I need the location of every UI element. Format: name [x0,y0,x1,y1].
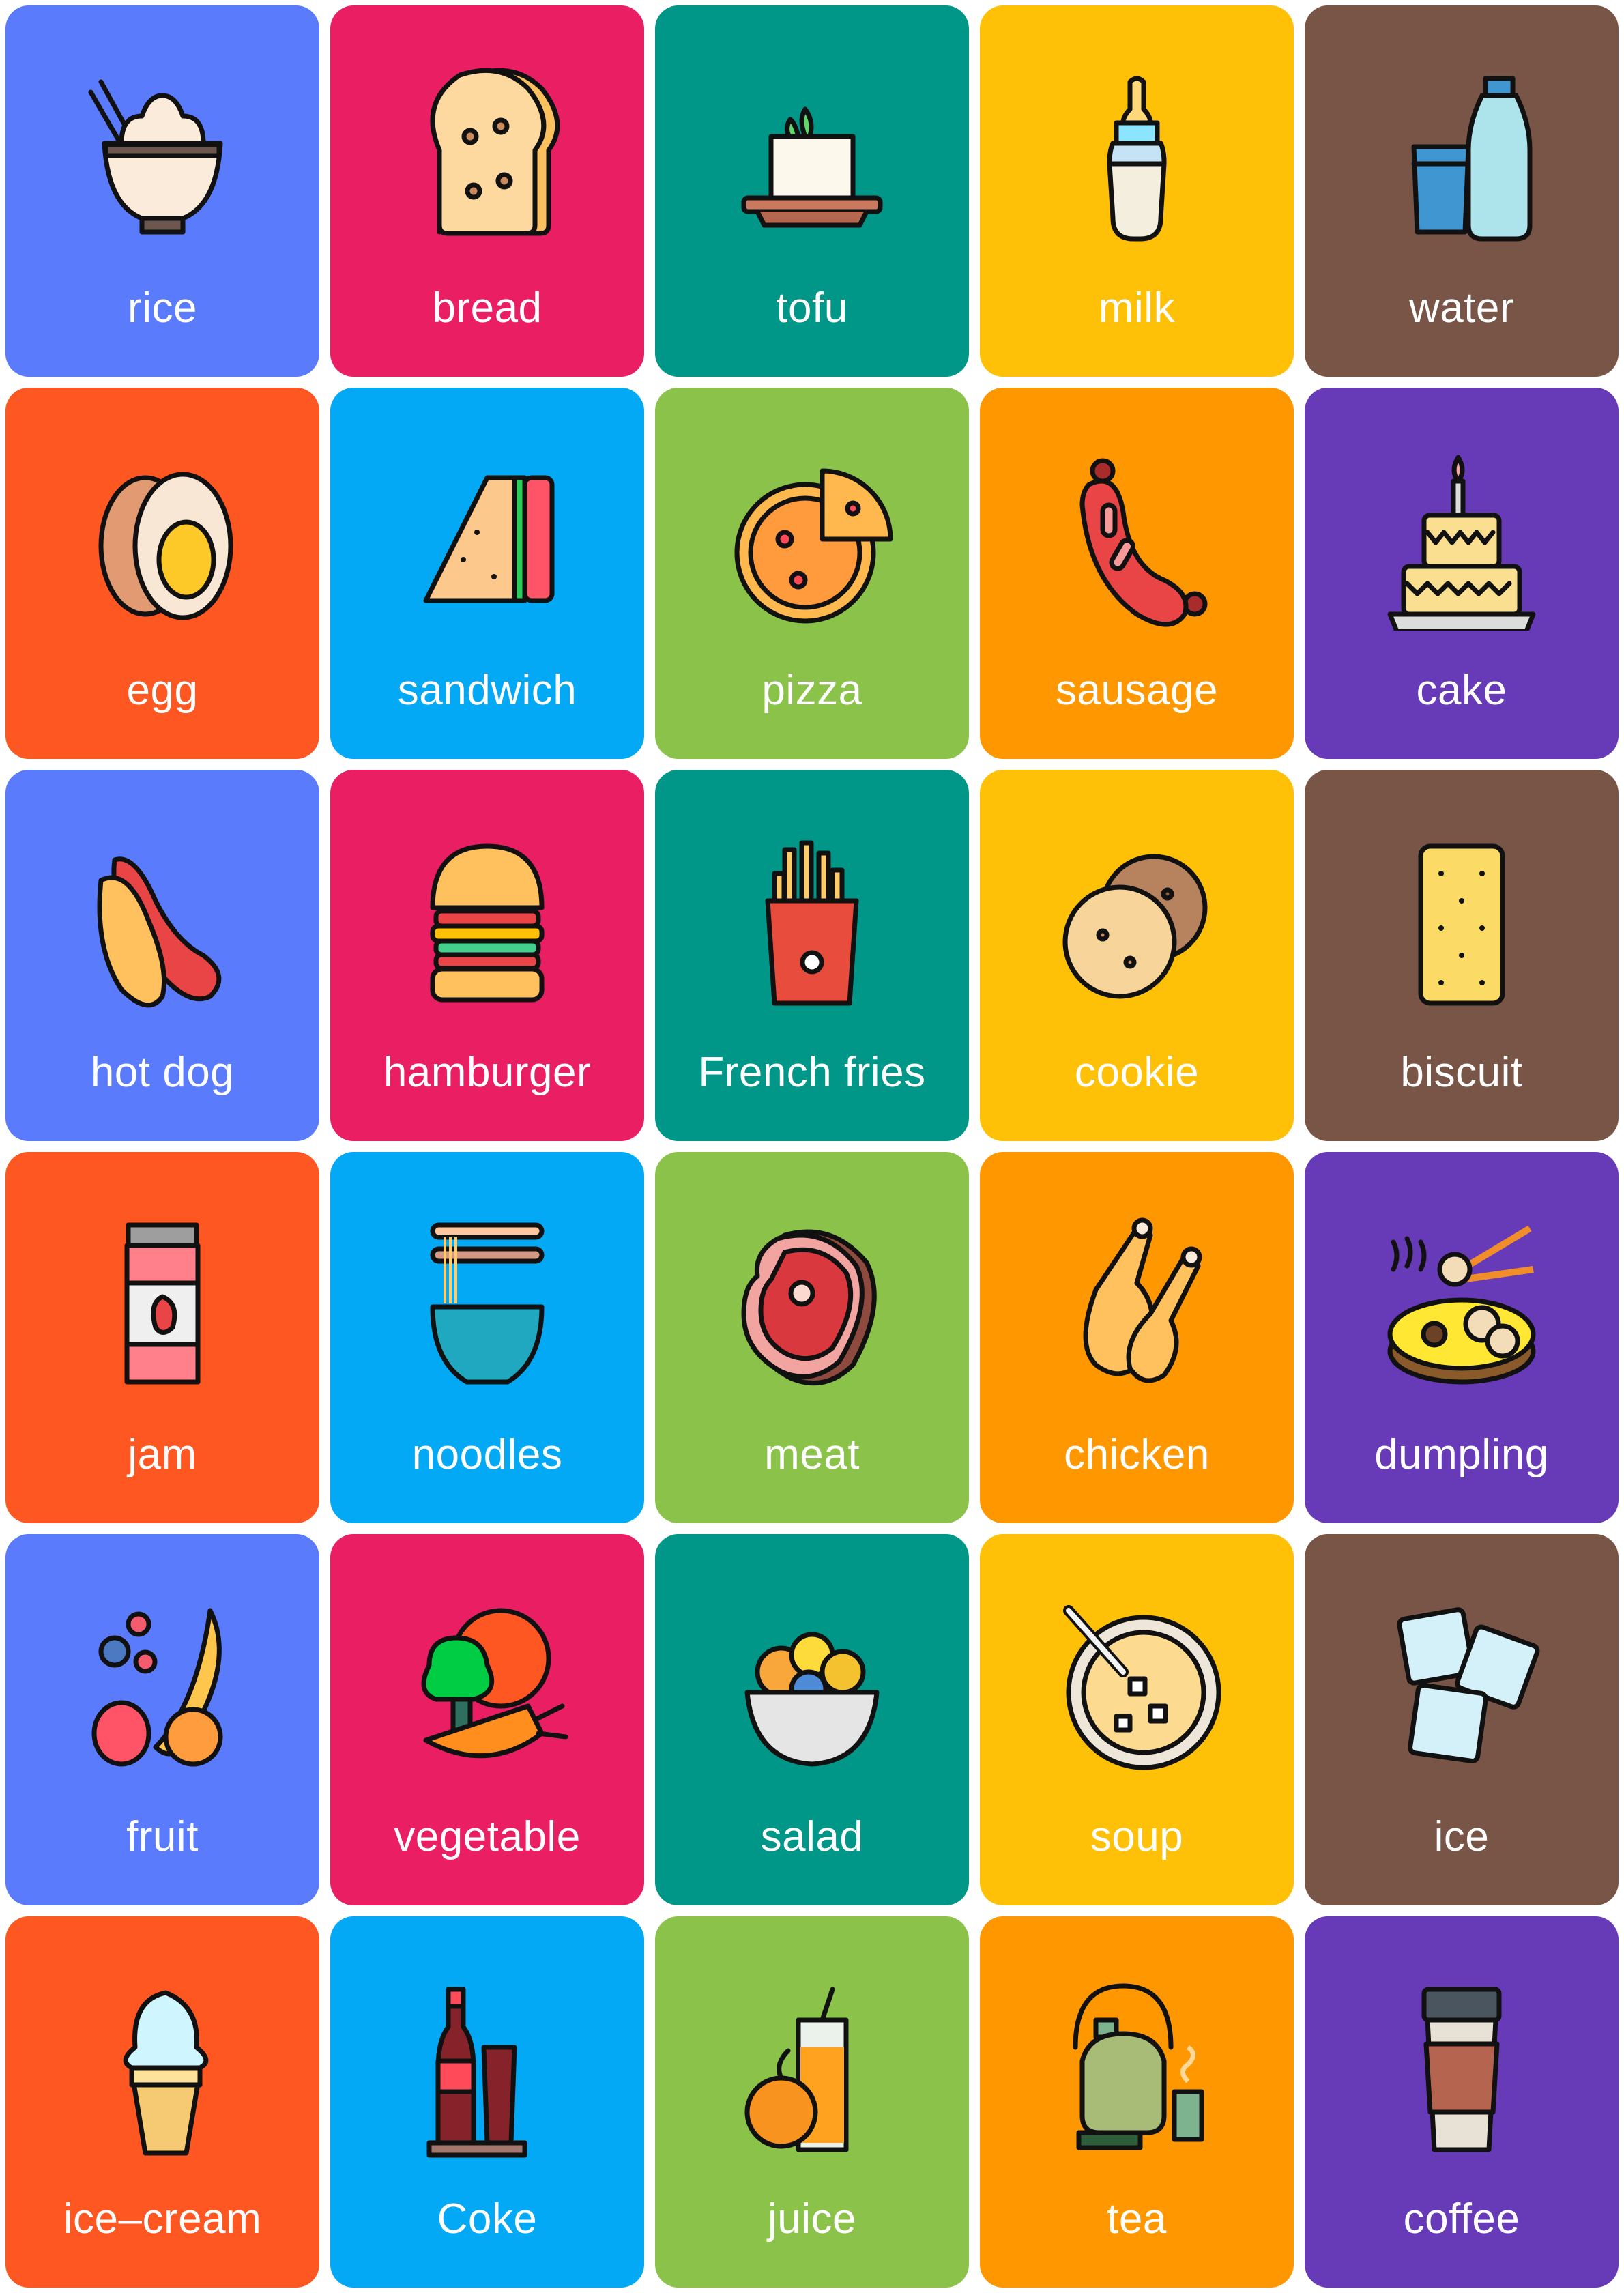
food-card-coke[interactable]: Coke [330,1916,644,2288]
card-label: chicken [1064,1431,1210,1478]
food-card-tofu[interactable]: tofu [655,5,969,377]
card-label: tea [1107,2195,1167,2242]
food-card-sausage[interactable]: sausage [980,388,1294,759]
food-card-biscuit[interactable]: biscuit [1305,770,1619,1141]
food-card-juice[interactable]: juice [655,1916,969,2288]
food-card-soup[interactable]: soup [980,1534,1294,1905]
card-label: bread [432,285,542,332]
cake-icon [1373,450,1550,631]
card-label: fruit [126,1813,199,1860]
noodles-icon [398,1215,576,1395]
food-card-hamburger[interactable]: hamburger [330,770,644,1141]
card-label: meat [764,1431,860,1478]
cookie-icon [1048,833,1226,1013]
salad-icon [723,1597,901,1777]
food-card-noodles[interactable]: noodles [330,1152,644,1523]
ice-cream-icon [74,1979,251,2159]
card-label: cake [1416,667,1507,714]
food-card-coffee[interactable]: coffee [1305,1916,1619,2288]
coffee-cup-icon [1373,1979,1550,2159]
card-label: pizza [762,667,862,714]
bread-icon [398,68,576,248]
food-card-chicken[interactable]: chicken [980,1152,1294,1523]
card-label: Coke [437,2195,538,2242]
hamburger-icon [398,833,576,1013]
food-card-ice-cream[interactable]: ice–cream [5,1916,319,2288]
vegetable-icon [398,1597,576,1777]
tofu-icon [723,68,901,248]
card-label: water [1408,285,1515,332]
food-card-pizza[interactable]: pizza [655,388,969,759]
meat-icon [723,1215,901,1395]
food-card-meat[interactable]: meat [655,1152,969,1523]
egg-icon [74,450,251,631]
milk-bottle-icon [1048,68,1226,248]
card-label: tofu [776,285,848,332]
ice-cubes-icon [1373,1597,1550,1777]
card-label: milk [1098,285,1176,332]
card-label: noodles [411,1431,563,1478]
card-label: French fries [698,1049,926,1096]
juice-icon [723,1979,901,2159]
jam-jar-icon [74,1215,251,1395]
fruit-icon [74,1597,251,1777]
card-label: rice [128,285,197,332]
rice-bowl-icon [74,68,251,248]
coke-icon [398,1979,576,2159]
food-card-ice[interactable]: ice [1305,1534,1619,1905]
card-label: vegetable [394,1813,581,1860]
card-label: sandwich [397,667,577,714]
sausage-icon [1048,450,1226,631]
food-card-tea[interactable]: tea [980,1916,1294,2288]
card-label: hot dog [90,1049,235,1096]
french-fries-icon [723,833,901,1013]
card-label: egg [126,667,199,714]
food-card-rice[interactable]: rice [5,5,319,377]
card-label: hamburger [383,1049,592,1096]
card-label: sausage [1056,667,1218,714]
card-label: coffee [1403,2195,1520,2242]
card-label: salad [760,1813,864,1860]
biscuit-icon [1373,833,1550,1013]
food-card-water[interactable]: water [1305,5,1619,377]
food-card-sandwich[interactable]: sandwich [330,388,644,759]
chicken-leg-icon [1048,1215,1226,1395]
flashcard-grid: rice bread tofu milk water egg sandwich … [5,5,1619,2288]
card-label: soup [1090,1813,1184,1860]
card-label: ice–cream [63,2195,262,2242]
hot-dog-icon [74,833,251,1013]
teapot-icon [1048,1979,1226,2159]
food-card-salad[interactable]: salad [655,1534,969,1905]
card-label: ice [1434,1813,1490,1860]
food-card-egg[interactable]: egg [5,388,319,759]
card-label: biscuit [1400,1049,1523,1096]
soup-icon [1048,1597,1226,1777]
sandwich-icon [398,450,576,631]
card-label: dumpling [1374,1431,1549,1478]
food-card-bread[interactable]: bread [330,5,644,377]
food-card-cookie[interactable]: cookie [980,770,1294,1141]
food-card-dumpling[interactable]: dumpling [1305,1152,1619,1523]
dumpling-icon [1373,1215,1550,1395]
card-label: jam [128,1431,197,1478]
food-card-french-fries[interactable]: French fries [655,770,969,1141]
food-card-milk[interactable]: milk [980,5,1294,377]
pizza-icon [723,450,901,631]
card-label: cookie [1074,1049,1200,1096]
food-card-jam[interactable]: jam [5,1152,319,1523]
food-card-vegetable[interactable]: vegetable [330,1534,644,1905]
food-card-cake[interactable]: cake [1305,388,1619,759]
water-bottle-icon [1373,68,1550,248]
food-card-fruit[interactable]: fruit [5,1534,319,1905]
card-label: juice [767,2195,856,2242]
food-card-hot-dog[interactable]: hot dog [5,770,319,1141]
